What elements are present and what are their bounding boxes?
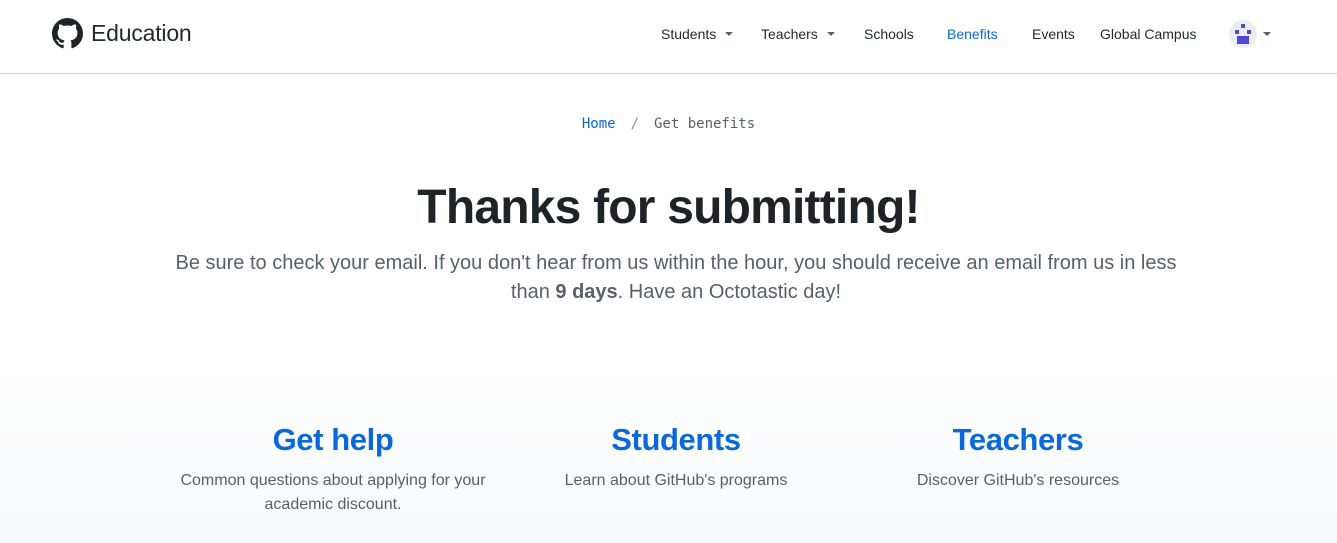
chevron-down-icon <box>725 32 734 36</box>
nav-teachers[interactable]: Teachers <box>761 24 835 44</box>
nav-events-label: Events <box>1032 26 1075 42</box>
nav-students-label: Students <box>661 26 717 42</box>
nav-benefits-label: Benefits <box>947 26 998 42</box>
breadcrumb-current: Get benefits <box>654 116 756 132</box>
nav-teachers-label: Teachers <box>761 26 818 42</box>
teachers-link[interactable]: Teachers <box>853 422 1183 458</box>
nav-schools-label: Schools <box>864 26 914 42</box>
site-header: Education Students Teachers Schools Bene… <box>0 0 1337 74</box>
breadcrumb-home-link[interactable]: Home <box>582 116 616 132</box>
avatar <box>1229 20 1257 48</box>
breadcrumb: Home / Get benefits <box>0 116 1337 132</box>
get-help-link[interactable]: Get help <box>168 422 498 458</box>
card-get-help: Get help Common questions about applying… <box>168 422 498 517</box>
teachers-description: Discover GitHub's resources <box>916 472 1120 489</box>
nav-students[interactable]: Students <box>661 24 734 44</box>
confirmation-message: Be sure to check your email. If you don'… <box>170 249 1182 307</box>
nav-global-campus[interactable]: Global Campus <box>1100 24 1197 44</box>
resource-links-section: Get help Common questions about applying… <box>0 372 1337 543</box>
students-link[interactable]: Students <box>511 422 841 458</box>
breadcrumb-separator: / <box>630 116 639 132</box>
nav-schools[interactable]: Schools <box>864 24 914 44</box>
card-teachers: Teachers Discover GitHub's resources <box>853 422 1183 493</box>
chevron-down-icon <box>826 32 835 36</box>
nav-global-campus-label: Global Campus <box>1100 26 1197 42</box>
chevron-down-icon <box>1263 32 1271 36</box>
card-students: Students Learn about GitHub's programs <box>511 422 841 493</box>
github-logo-icon <box>52 17 83 49</box>
nav-benefits[interactable]: Benefits <box>947 24 998 44</box>
message-text-end: . Have an Octotastic day! <box>617 281 842 303</box>
nav-events[interactable]: Events <box>1032 24 1075 44</box>
students-description: Learn about GitHub's programs <box>564 472 788 489</box>
get-help-description: Common questions about applying for your… <box>180 472 486 513</box>
page-title: Thanks for submitting! <box>417 181 920 234</box>
brand-link[interactable]: Education <box>52 17 192 49</box>
brand-name: Education <box>91 19 192 46</box>
user-menu[interactable] <box>1229 20 1271 48</box>
message-bold-duration: 9 days <box>555 281 618 303</box>
